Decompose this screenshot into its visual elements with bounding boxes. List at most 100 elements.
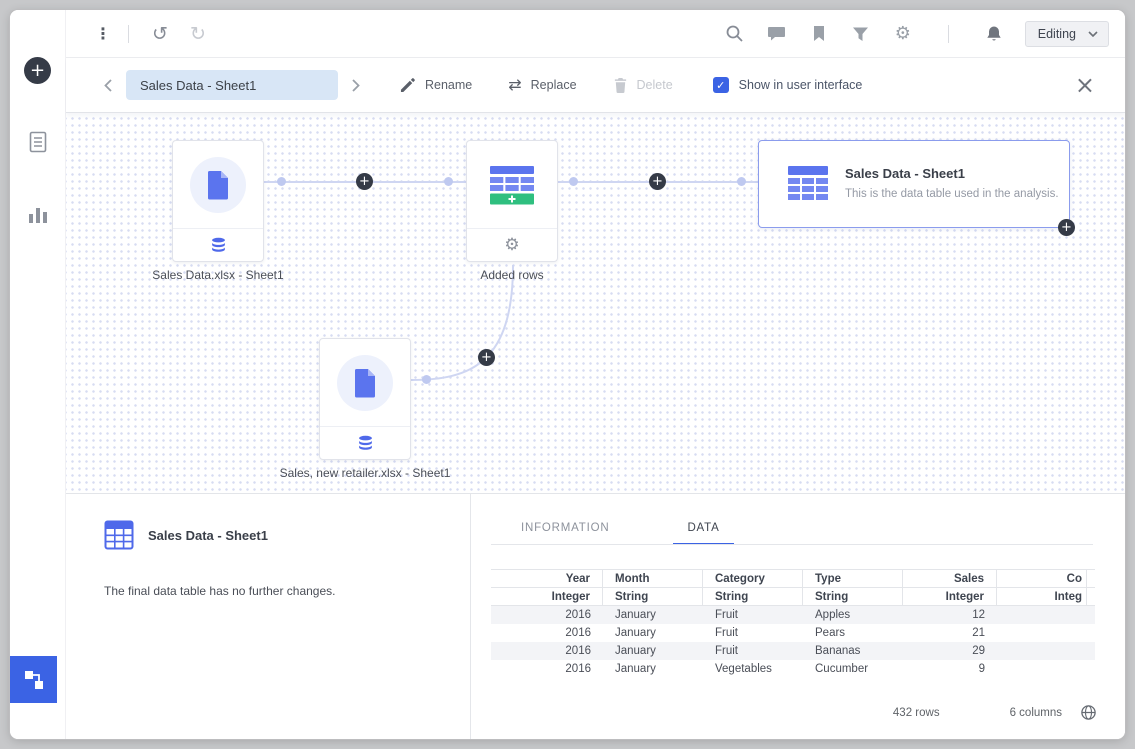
close-button[interactable]: × <box>1075 73 1095 97</box>
data-table: Year Month Category Type Sales Co Intege… <box>491 569 1095 678</box>
sidebar-item-data-canvas[interactable] <box>10 656 57 703</box>
replace-button[interactable]: ⇄ Replace <box>508 77 576 93</box>
locale-button[interactable] <box>1080 704 1097 721</box>
cell: Fruit <box>703 609 803 621</box>
column-type: String <box>703 588 803 606</box>
table-row[interactable]: 2016 January Fruit Bananas 29 <box>491 642 1095 660</box>
node-label: Sales, new retailer.xlsx - Sheet1 <box>280 466 451 480</box>
replace-label: Replace <box>531 78 577 92</box>
row-count: 432 rows <box>893 707 940 719</box>
column-type: Integ <box>997 588 1087 606</box>
bell-icon <box>985 25 1003 43</box>
settings-icon[interactable]: ⚙ <box>892 23 914 44</box>
database-icon <box>210 237 227 253</box>
node-final-title: Sales Data - Sheet1 <box>845 166 1063 181</box>
database-icon <box>357 435 374 451</box>
cell: January <box>603 627 703 639</box>
tab-data[interactable]: DATA <box>673 522 733 545</box>
column-header: Co <box>997 570 1087 588</box>
header-types-row: Integer String String String Integer Int… <box>491 588 1095 606</box>
table-row[interactable]: 2016 January Fruit Apples 12 <box>491 606 1095 624</box>
menu-icon[interactable]: ⋮ <box>92 24 114 43</box>
data-preview-section: INFORMATION DATA Year Month Category Typ… <box>471 494 1125 739</box>
node-source-new-retailer[interactable] <box>319 338 411 460</box>
plus-icon: + <box>652 175 663 188</box>
node-footer <box>320 426 410 459</box>
delete-label: Delete <box>637 78 673 92</box>
add-step-button[interactable]: + <box>356 173 373 190</box>
node-final-description: This is the data table used in the analy… <box>845 186 1063 202</box>
chevron-down-icon <box>1088 31 1098 37</box>
table-name-input[interactable]: Sales Data - Sheet1 <box>126 70 338 100</box>
table-add-rows-icon <box>489 165 535 205</box>
sidebar-item-visualizations[interactable] <box>26 202 50 226</box>
rename-label: Rename <box>425 78 472 92</box>
node-footer <box>173 228 263 261</box>
delete-button[interactable]: Delete <box>613 77 673 94</box>
search-button[interactable] <box>724 23 746 45</box>
add-step-button[interactable]: + <box>1058 219 1075 236</box>
toolbar-separator-2 <box>948 25 949 43</box>
bookmark-button[interactable] <box>808 23 830 45</box>
add-step-button[interactable]: + <box>649 173 666 190</box>
node-final-table[interactable]: Sales Data - Sheet1 This is the data tab… <box>758 140 1070 228</box>
checkbox-checked[interactable]: ✓ <box>713 77 729 93</box>
node-source-sales-data[interactable] <box>172 140 264 262</box>
node-added-rows[interactable]: ⚙ <box>466 140 558 262</box>
file-icon <box>205 170 231 200</box>
left-sidebar: + <box>10 10 65 739</box>
notifications-button[interactable] <box>983 23 1005 45</box>
column-type: Integer <box>903 588 997 606</box>
app-window: + ⋮ ↺ <box>10 10 1125 739</box>
connector-dot <box>444 177 453 186</box>
column-header: Month <box>603 570 703 588</box>
cell: 12 <box>903 609 997 621</box>
comments-button[interactable] <box>766 23 788 45</box>
top-toolbar: ⋮ ↺ ↻ <box>66 10 1125 58</box>
node-label: Sales Data.xlsx - Sheet1 <box>152 268 283 282</box>
column-header: Type <box>803 570 903 588</box>
gear-icon: ⚙ <box>504 237 519 254</box>
add-button[interactable]: + <box>24 57 51 84</box>
filter-button[interactable] <box>850 23 872 45</box>
details-section: Sales Data - Sheet1 The final data table… <box>66 494 470 739</box>
table-row[interactable]: 2016 January Vegetables Cucumber 9 <box>491 660 1095 678</box>
plus-icon: + <box>359 175 370 188</box>
cell: 9 <box>903 663 997 675</box>
pages-icon <box>28 131 48 153</box>
node-label: Added rows <box>480 268 543 282</box>
show-in-ui-checkbox-group[interactable]: ✓ Show in user interface <box>713 77 863 93</box>
canvas-header: Sales Data - Sheet1 Rename ⇄ Replace <box>66 58 1125 113</box>
cell: Pears <box>803 627 903 639</box>
undo-icon[interactable]: ↺ <box>149 23 171 45</box>
table-row[interactable]: 2016 January Fruit Pears 21 <box>491 624 1095 642</box>
toolbar-right-group: ⚙ Editing <box>724 21 1109 47</box>
table-footer: 432 rows 6 columns <box>491 704 1125 739</box>
cell: January <box>603 645 703 657</box>
details-title-row: Sales Data - Sheet1 <box>104 520 450 550</box>
table-header: Year Month Category Type Sales Co Intege… <box>491 569 1095 606</box>
tab-information[interactable]: INFORMATION <box>507 522 623 545</box>
column-header: Category <box>703 570 803 588</box>
rename-button[interactable]: Rename <box>400 77 472 93</box>
sidebar-item-pages[interactable] <box>26 130 50 154</box>
column-header: Sales <box>903 570 997 588</box>
previous-table-button[interactable] <box>100 75 116 96</box>
chevron-left-icon <box>104 79 112 92</box>
globe-icon <box>1080 704 1097 721</box>
next-table-button[interactable] <box>348 75 364 96</box>
cell: Fruit <box>703 627 803 639</box>
add-step-button[interactable]: + <box>478 349 495 366</box>
file-icon <box>352 368 378 398</box>
column-header: Year <box>491 570 603 588</box>
redo-icon[interactable]: ↻ <box>187 23 209 45</box>
data-canvas-icon <box>23 669 45 691</box>
cell: Fruit <box>703 645 803 657</box>
cell: 21 <box>903 627 997 639</box>
header-names-row: Year Month Category Type Sales Co <box>491 570 1095 588</box>
cell: January <box>603 609 703 621</box>
connector-dot <box>569 177 578 186</box>
node-footer[interactable]: ⚙ <box>467 228 557 261</box>
mode-dropdown[interactable]: Editing <box>1025 21 1109 47</box>
cell: 29 <box>903 645 997 657</box>
